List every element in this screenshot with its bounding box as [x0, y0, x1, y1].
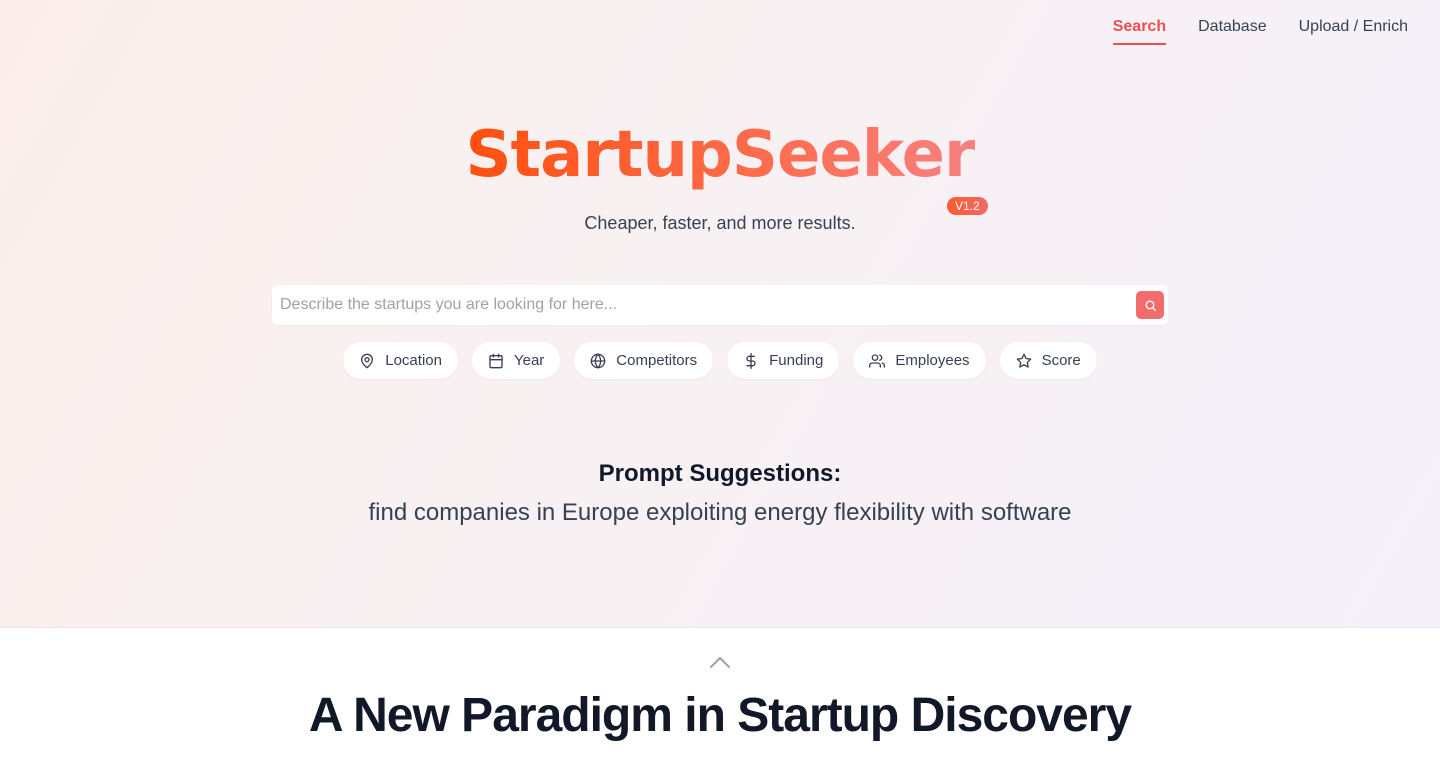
prompt-suggestion-item[interactable]: find companies in Europe exploiting ener…: [0, 499, 1440, 527]
search-bar: [272, 285, 1168, 325]
hero-section: Search Database Upload / Enrich StartupS…: [0, 0, 1440, 628]
nav-database[interactable]: Database: [1198, 17, 1267, 45]
calendar-icon: [489, 353, 503, 368]
top-nav: Search Database Upload / Enrich: [1112, 17, 1408, 45]
nav-upload-enrich[interactable]: Upload / Enrich: [1299, 17, 1408, 45]
dollar-icon: [746, 352, 756, 369]
star-icon: [1016, 353, 1031, 368]
search-icon: [1144, 299, 1156, 311]
filter-location[interactable]: Location: [343, 342, 458, 379]
filter-score[interactable]: Score: [999, 342, 1097, 379]
filter-chips: Location Year Competitors Funding Employ…: [0, 342, 1440, 379]
filter-funding[interactable]: Funding: [727, 342, 840, 379]
prompt-suggestions-title: Prompt Suggestions:: [598, 460, 842, 487]
globe-icon: [590, 353, 606, 368]
filter-location-label: Location: [385, 352, 442, 369]
search-input[interactable]: [272, 285, 1136, 325]
filter-score-label: Score: [1041, 352, 1081, 369]
users-icon: [869, 353, 886, 368]
filter-competitors-label: Competitors: [616, 352, 698, 369]
map-pin-icon: [361, 353, 374, 368]
tagline: Cheaper, faster, and more results.: [584, 213, 856, 233]
filter-employees[interactable]: Employees: [853, 342, 986, 379]
filter-employees-label: Employees: [895, 352, 970, 369]
search-button[interactable]: [1136, 291, 1164, 319]
filter-year-label: Year: [513, 352, 545, 369]
section-title: A New Paradigm in Startup Discovery: [308, 689, 1132, 742]
filter-competitors[interactable]: Competitors: [574, 342, 714, 379]
nav-search[interactable]: Search: [1112, 17, 1167, 45]
chevron-up-icon[interactable]: [709, 655, 731, 674]
filter-year[interactable]: Year: [471, 342, 561, 379]
brand-block: StartupSeeker: [0, 112, 1440, 198]
filter-funding-label: Funding: [769, 352, 824, 369]
app-title: StartupSeeker: [465, 112, 975, 198]
